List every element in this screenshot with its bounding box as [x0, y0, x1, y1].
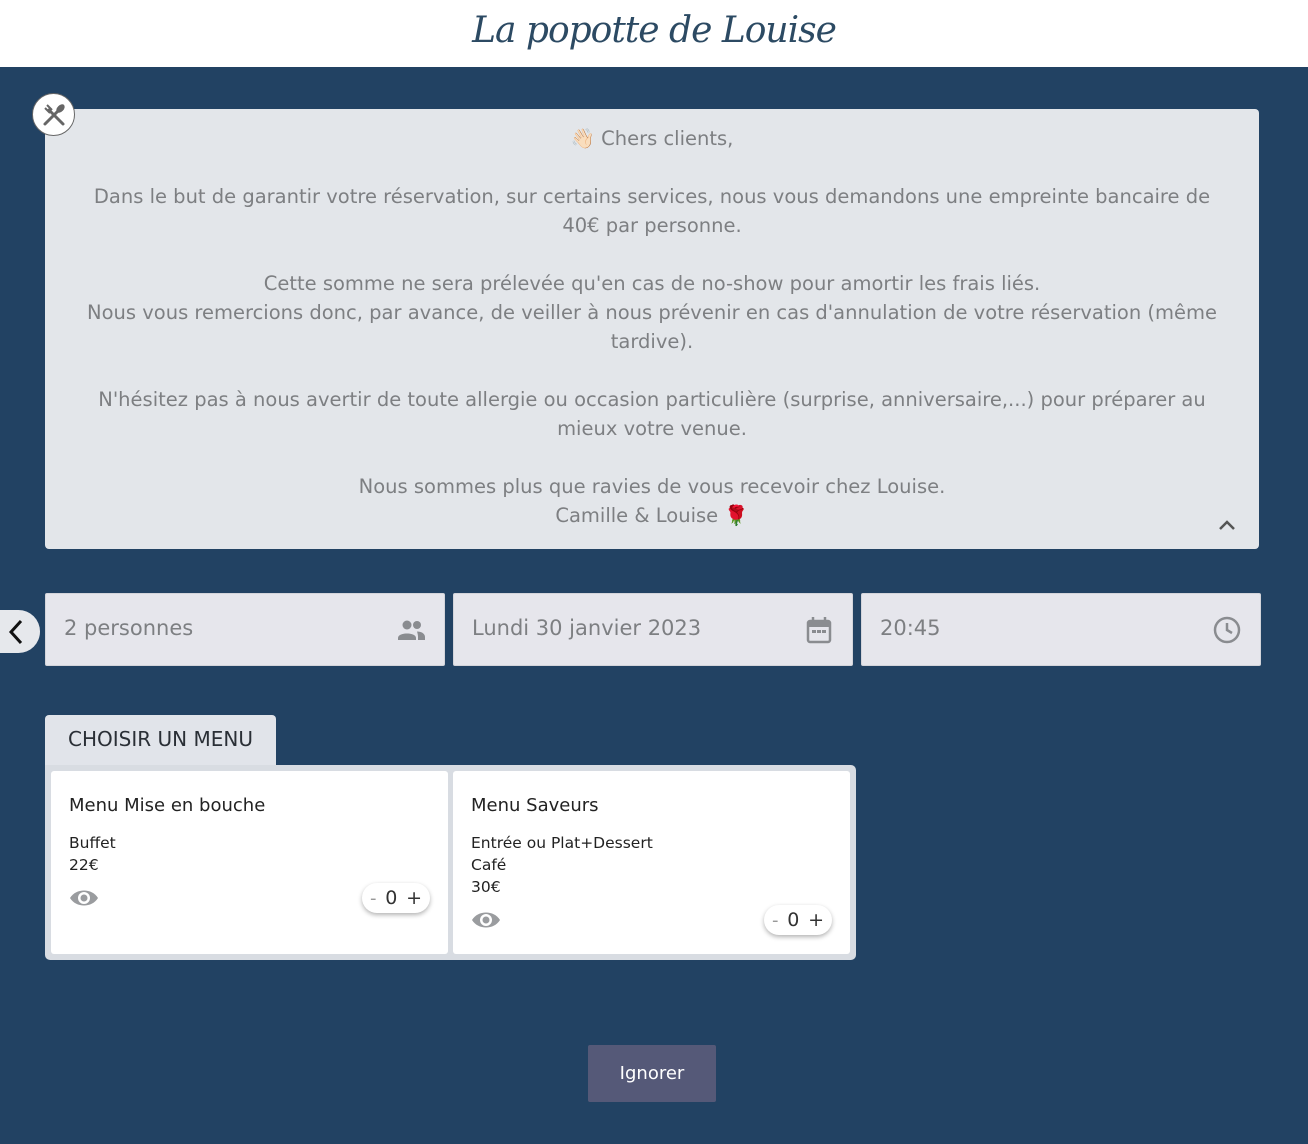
info-line [75, 443, 1229, 472]
info-line: Nous sommes plus que ravies de vous rece… [358, 475, 946, 498]
quantity-value: 0 [385, 887, 398, 909]
menu-desc-line: Entrée ou Plat+Dessert [471, 834, 653, 852]
menu-price: 22€ [69, 856, 99, 874]
time-value: 20:45 [880, 616, 941, 640]
date-select[interactable]: Lundi 30 janvier 2023 [453, 593, 853, 666]
info-line: N'hésitez pas à nous avertir de toute al… [98, 388, 1206, 440]
calendar-icon [806, 617, 832, 644]
quantity-value: 0 [787, 909, 800, 931]
clock-icon [1213, 616, 1241, 644]
menu-list: Menu Mise en bouche Buffet 22€ - 0 + Men… [45, 765, 856, 960]
eye-icon[interactable] [470, 908, 502, 932]
ignore-button[interactable]: Ignorer [588, 1045, 716, 1102]
info-line [75, 240, 1229, 269]
menu-card: Menu Saveurs Entrée ou Plat+Dessert Café… [453, 771, 850, 954]
people-select[interactable]: 2 personnes [45, 593, 445, 666]
menu-desc-line: Buffet [69, 834, 116, 852]
info-message-text: 👋🏻 Chers clients, Dans le but de garanti… [45, 109, 1259, 530]
eye-icon[interactable] [68, 886, 100, 910]
menu-description: Buffet 22€ [69, 832, 116, 876]
menu-card: Menu Mise en bouche Buffet 22€ - 0 + [51, 771, 448, 954]
decrement-button[interactable]: - [370, 888, 377, 909]
info-line: Nous vous remercions donc, par avance, d… [87, 301, 1217, 353]
decrement-button[interactable]: - [772, 910, 779, 931]
site-header: La popotte de Louise [0, 0, 1308, 67]
info-line: Cette somme ne sera prélevée qu'en cas d… [263, 272, 1041, 295]
people-value: 2 personnes [64, 616, 194, 640]
time-select[interactable]: 20:45 [861, 593, 1261, 666]
date-value: Lundi 30 janvier 2023 [472, 616, 702, 640]
quantity-stepper: - 0 + [764, 905, 832, 935]
chevron-up-icon[interactable] [1217, 517, 1237, 533]
close-button[interactable] [32, 93, 75, 136]
tab-choose-menu[interactable]: CHOISIR UN MENU [45, 715, 276, 767]
fork-knife-close-icon [43, 103, 65, 125]
menu-description: Entrée ou Plat+Dessert Café 30€ [471, 832, 653, 898]
info-message-panel: 👋🏻 Chers clients, Dans le but de garanti… [45, 109, 1259, 549]
menu-name: Menu Saveurs [471, 795, 599, 816]
menu-desc-line: Café [471, 856, 507, 874]
quantity-stepper: - 0 + [362, 883, 430, 913]
increment-button[interactable]: + [406, 887, 422, 909]
group-icon [398, 620, 425, 640]
increment-button[interactable]: + [808, 909, 824, 931]
info-line [75, 153, 1229, 182]
info-line: Dans le but de garantir votre réservatio… [93, 185, 1211, 237]
info-line: 👋🏻 Chers clients, [570, 127, 734, 150]
site-logo: La popotte de Louise [472, 10, 837, 51]
menu-price: 30€ [471, 878, 501, 896]
back-button[interactable] [0, 610, 40, 653]
tab-label: CHOISIR UN MENU [68, 727, 253, 751]
info-line [75, 356, 1229, 385]
info-line: Camille & Louise 🌹 [555, 504, 749, 527]
menu-name: Menu Mise en bouche [69, 795, 266, 816]
chevron-left-icon [8, 619, 23, 644]
